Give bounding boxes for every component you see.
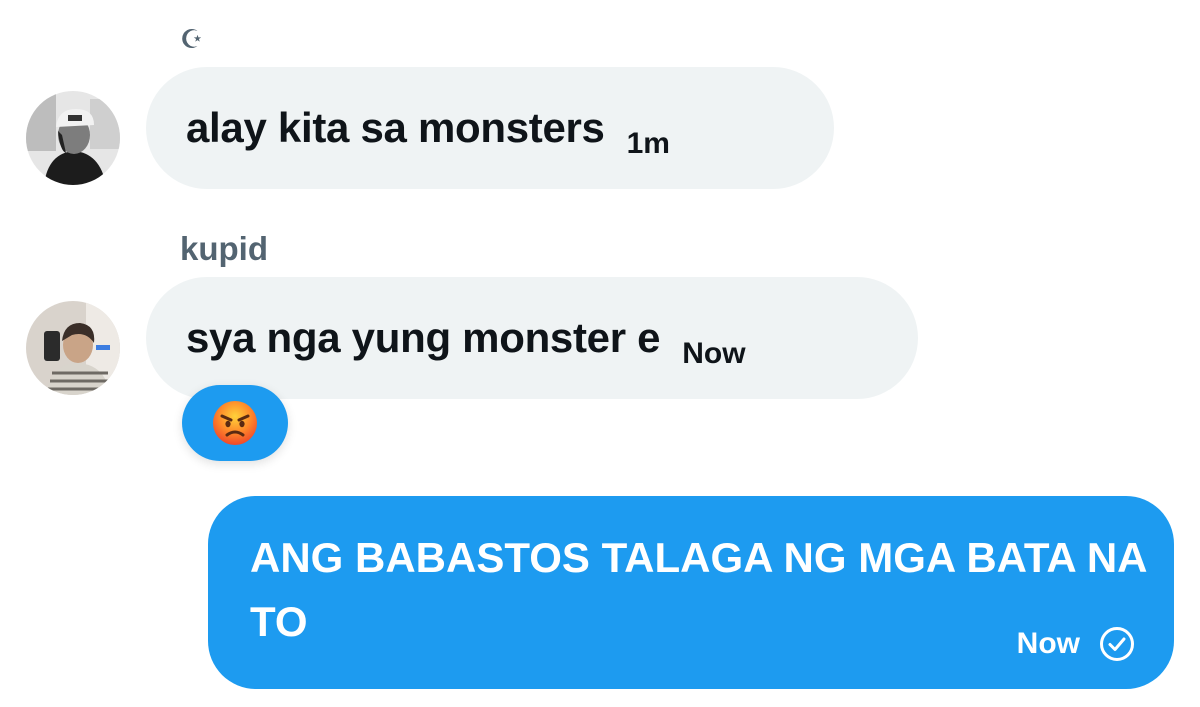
sent-check-circle-icon [1100,627,1134,661]
person-cap-photo-avatar-icon [26,91,120,185]
message-bubble-outgoing[interactable]: ANG BABASTOS TALAGA NG MGA BATA NA TO No… [208,496,1174,689]
message-text: sya nga yung monster e [186,314,661,361]
message-timestamp: 1m [626,127,670,160]
avatar[interactable] [26,91,120,185]
message-meta: Now [1017,625,1136,663]
reaction-badge[interactable] [182,385,288,461]
dm-conversation: ☪ alay kita sa monsters 1m kupid sya nga… [0,0,1200,707]
sender-name: ☪ [180,24,204,54]
message-bubble-incoming[interactable]: sya nga yung monster e Now [146,277,918,399]
message-text: ANG BABASTOS TALAGA NG MGA BATA NA TO [250,534,1146,645]
message-timestamp: Now [1016,627,1080,660]
message-bubble-incoming[interactable]: alay kita sa monsters 1m [146,67,834,189]
person-selfie-photo-avatar-icon [26,301,120,395]
avatar[interactable] [26,301,120,395]
sender-name: kupid [180,230,268,267]
message-text: alay kita sa monsters [186,104,605,151]
angry-face-emoji-icon [213,401,257,445]
message-timestamp: Now [682,337,746,370]
